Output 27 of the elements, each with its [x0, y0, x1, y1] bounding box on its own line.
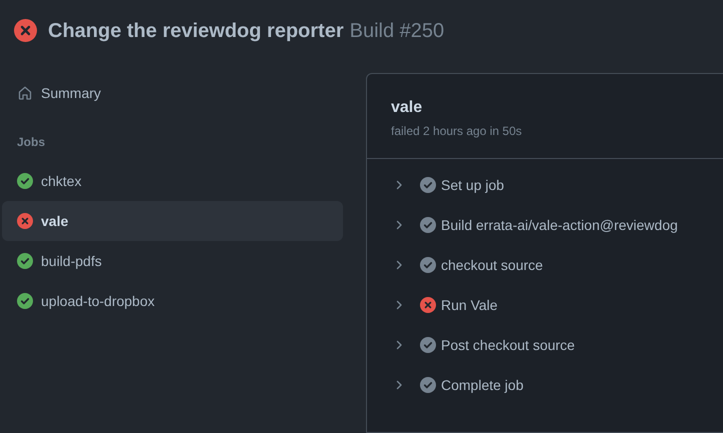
job-name: build-pdfs	[41, 252, 102, 271]
summary-link[interactable]: Summary	[2, 73, 343, 113]
home-icon	[17, 85, 33, 101]
job-item[interactable]: upload-to-dropbox	[2, 281, 343, 321]
jobs-heading: Jobs	[17, 134, 46, 151]
step-row[interactable]: Run Vale	[367, 285, 723, 325]
step-name: checkout source	[441, 256, 543, 274]
job-name: upload-to-dropbox	[41, 292, 155, 311]
step-name: Set up job	[441, 176, 504, 195]
job-item[interactable]: vale	[2, 201, 343, 241]
job-item[interactable]: chktex	[2, 161, 343, 201]
step-row[interactable]: Post checkout source	[367, 325, 723, 365]
job-name: vale	[41, 212, 68, 230]
step-name: Complete job	[441, 376, 524, 395]
step-row[interactable]: Build errata-ai/vale-action@reviewdog	[367, 205, 723, 245]
step-name: Run Vale	[441, 296, 498, 314]
step-row[interactable]: Complete job	[367, 365, 723, 405]
step-name: Build errata-ai/vale-action@reviewdog	[441, 216, 678, 235]
build-title: Change the reviewdog reporter	[48, 18, 344, 44]
build-number: Build #250	[350, 18, 444, 44]
job-name: chktex	[41, 172, 82, 190]
step-name: Post checkout source	[441, 336, 575, 354]
step-row[interactable]: checkout source	[367, 245, 723, 285]
job-item[interactable]: build-pdfs	[2, 241, 343, 281]
job-meta: failed 2 hours ago in 50s	[391, 123, 523, 140]
step-row[interactable]: Set up job	[367, 165, 723, 205]
job-title: vale	[391, 98, 424, 118]
